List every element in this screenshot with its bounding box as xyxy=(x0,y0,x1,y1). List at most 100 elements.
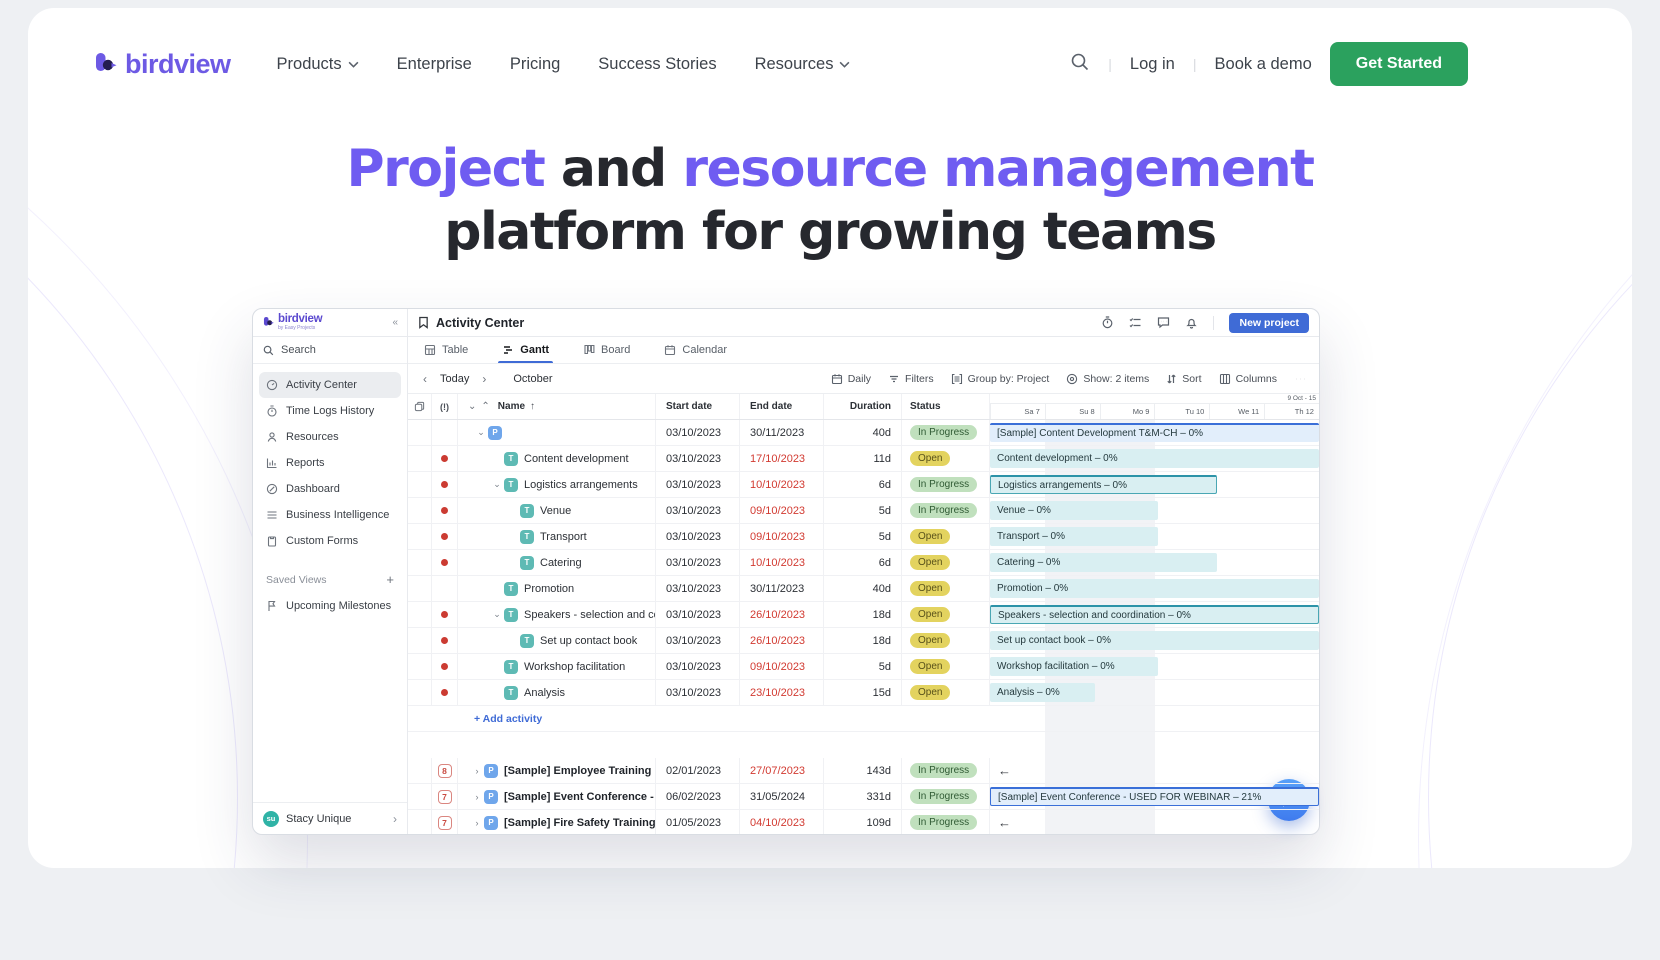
task-badge: T xyxy=(504,608,518,622)
nav-item-success-stories[interactable]: Success Stories xyxy=(598,55,716,74)
gantt-table: (!) ⌄⌃ Name ↑ Start date End date Durati… xyxy=(408,394,1319,834)
nav-item-enterprise[interactable]: Enterprise xyxy=(397,55,472,74)
toolbar-show-2-items[interactable]: Show: 2 items xyxy=(1066,373,1149,385)
sidebar-item-upcoming-milestones[interactable]: Upcoming Milestones xyxy=(259,593,401,619)
end-date-header[interactable]: End date xyxy=(740,394,824,419)
project-badge: P xyxy=(484,764,498,778)
milestone-icon xyxy=(266,600,278,612)
scroll-to-bar-arrow[interactable]: ← xyxy=(998,763,1011,778)
gantt-bar[interactable]: Transport – 0% xyxy=(990,527,1158,546)
table-row-catering[interactable]: TCatering03/10/202310/10/20236dOpenCater… xyxy=(408,550,1319,576)
tab-gantt[interactable]: Gantt xyxy=(502,337,549,363)
chevron-right-icon[interactable]: › xyxy=(470,818,484,828)
gantt-timeline-header: 9 Oct - 15 Sa 7Su 8Mo 9Tu 10We 11Th 12 xyxy=(990,394,1319,419)
duration-cell: 6d xyxy=(824,472,902,497)
sidebar-item-dashboard[interactable]: Dashboard xyxy=(259,476,401,502)
table-body: ⌄P03/10/202330/11/202340dIn Progress[Sam… xyxy=(408,420,1319,834)
chevron-down-icon[interactable]: ⌄ xyxy=(474,427,488,438)
day-column-tu-10: Tu 10 xyxy=(1154,404,1209,419)
add-activity-button[interactable]: + Add activity xyxy=(408,706,990,731)
chevron-down-icon[interactable]: ⌄ xyxy=(490,479,504,490)
table-row-content-development[interactable]: TContent development03/10/202317/10/2023… xyxy=(408,446,1319,472)
checklist-icon[interactable] xyxy=(1129,316,1142,329)
lines-icon xyxy=(266,509,278,521)
table-row[interactable]: ⌄P03/10/202330/11/202340dIn Progress[Sam… xyxy=(408,420,1319,446)
timer-icon[interactable] xyxy=(1101,316,1114,329)
prev-period-icon[interactable]: ‹ xyxy=(420,372,430,386)
gantt-bar[interactable]: Catering – 0% xyxy=(990,553,1217,572)
sidebar-search[interactable]: Search xyxy=(253,337,407,364)
chevron-right-icon[interactable]: › xyxy=(470,792,484,802)
table-row-sample-event-conference-us[interactable]: 7›P[Sample] Event Conference - US06/02/2… xyxy=(408,784,1319,810)
table-row-transport[interactable]: TTransport03/10/202309/10/20235dOpenTran… xyxy=(408,524,1319,550)
gantt-bar[interactable]: Promotion – 0% xyxy=(990,579,1319,598)
nav-item-products[interactable]: Products xyxy=(277,55,359,74)
toolbar-columns[interactable]: Columns xyxy=(1219,373,1277,385)
table-row-analysis[interactable]: TAnalysis03/10/202323/10/202315dOpenAnal… xyxy=(408,680,1319,706)
sort-asc-icon[interactable]: ↑ xyxy=(530,401,535,412)
chart-icon xyxy=(266,457,278,469)
search-icon[interactable] xyxy=(1070,52,1090,77)
gantt-bar[interactable]: Logistics arrangements – 0% xyxy=(990,475,1217,494)
gantt-bar[interactable]: [Sample] Event Conference - USED FOR WEB… xyxy=(990,787,1319,806)
table-row-sample-fire-safety-training[interactable]: 7›P[Sample] Fire Safety Training01/05/20… xyxy=(408,810,1319,834)
gantt-bar[interactable]: Content development – 0% xyxy=(990,449,1319,468)
copy-icon[interactable] xyxy=(408,394,432,419)
login-link[interactable]: Log in xyxy=(1130,55,1175,74)
duration-cell: 143d xyxy=(824,758,902,783)
table-row-workshop-facilitation[interactable]: TWorkshop facilitation03/10/202309/10/20… xyxy=(408,654,1319,680)
table-row-logistics-arrangements[interactable]: ⌄TLogistics arrangements03/10/202310/10/… xyxy=(408,472,1319,498)
gantt-bar[interactable]: [Sample] Content Development T&M-CH – 0% xyxy=(990,423,1319,442)
table-row-set-up-contact-book[interactable]: TSet up contact book03/10/202326/10/2023… xyxy=(408,628,1319,654)
add-saved-view-icon[interactable]: + xyxy=(386,572,394,587)
birdview-logo[interactable]: birdview xyxy=(94,49,231,80)
table-row-sample-employee-training[interactable]: 8›P[Sample] Employee Training02/01/20232… xyxy=(408,758,1319,784)
sidebar-item-activity-center[interactable]: Activity Center xyxy=(259,372,401,398)
scroll-to-bar-arrow[interactable]: ← xyxy=(998,815,1011,830)
bell-icon[interactable] xyxy=(1185,316,1198,329)
comment-icon[interactable] xyxy=(1157,316,1170,329)
sidebar-item-custom-forms[interactable]: Custom Forms xyxy=(259,528,401,554)
table-row-promotion[interactable]: TPromotion03/10/202330/11/202340dOpenPro… xyxy=(408,576,1319,602)
sidebar-item-reports[interactable]: Reports xyxy=(259,450,401,476)
collapse-sidebar-icon[interactable]: « xyxy=(392,317,398,328)
gantt-bar[interactable]: Speakers - selection and coordination – … xyxy=(990,605,1319,624)
activity-name: Analysis xyxy=(524,687,565,699)
app-logo[interactable]: birdview by Easy Projects xyxy=(263,314,322,332)
get-started-button[interactable]: Get Started xyxy=(1330,42,1468,86)
gantt-bar[interactable]: Workshop facilitation – 0% xyxy=(990,657,1158,676)
sidebar-item-business-intelligence[interactable]: Business Intelligence xyxy=(259,502,401,528)
gantt-bar[interactable]: Set up contact book – 0% xyxy=(990,631,1319,650)
start-date-cell: 03/10/2023 xyxy=(656,472,740,497)
tab-table[interactable]: Table xyxy=(424,337,468,363)
next-period-icon[interactable]: › xyxy=(479,372,489,386)
gantt-bar[interactable]: Venue – 0% xyxy=(990,501,1158,520)
current-month-label: October xyxy=(513,373,552,385)
nav-item-pricing[interactable]: Pricing xyxy=(510,55,560,74)
chevron-right-icon[interactable]: › xyxy=(470,766,484,776)
table-row-venue[interactable]: TVenue03/10/202309/10/20235dIn ProgressV… xyxy=(408,498,1319,524)
toolbar-filters[interactable]: Filters xyxy=(888,373,934,385)
chevron-down-icon[interactable]: ⌄ xyxy=(490,609,504,620)
new-project-button[interactable]: New project xyxy=(1229,313,1309,333)
toolbar-more-icon[interactable] xyxy=(1294,373,1307,385)
tab-board[interactable]: Board xyxy=(583,337,630,363)
collapse-expand-icons[interactable]: ⌄⌃ xyxy=(468,401,490,412)
today-button[interactable]: Today xyxy=(440,373,469,385)
sidebar-item-time-logs-history[interactable]: Time Logs History xyxy=(259,398,401,424)
user-account[interactable]: su Stacy Unique › xyxy=(253,802,407,834)
toolbar-group-by-project[interactable]: Group by: Project xyxy=(951,373,1050,385)
start-date-header[interactable]: Start date xyxy=(656,394,740,419)
gantt-bar[interactable]: Analysis – 0% xyxy=(990,683,1095,702)
book-demo-link[interactable]: Book a demo xyxy=(1215,55,1312,74)
toolbar-sort[interactable]: Sort xyxy=(1166,373,1201,385)
status-header[interactable]: Status xyxy=(902,394,990,419)
sidebar-item-resources[interactable]: Resources xyxy=(259,424,401,450)
nav-item-resources[interactable]: Resources xyxy=(755,55,851,74)
toolbar-daily[interactable]: Daily xyxy=(831,373,871,385)
end-date-cell: 30/11/2023 xyxy=(740,420,824,445)
tab-calendar[interactable]: Calendar xyxy=(664,337,727,363)
table-row-speakers-selection-and-coo[interactable]: ⌄TSpeakers - selection and coo03/10/2023… xyxy=(408,602,1319,628)
duration-header[interactable]: Duration xyxy=(824,394,902,419)
project-badge: P xyxy=(488,426,502,440)
